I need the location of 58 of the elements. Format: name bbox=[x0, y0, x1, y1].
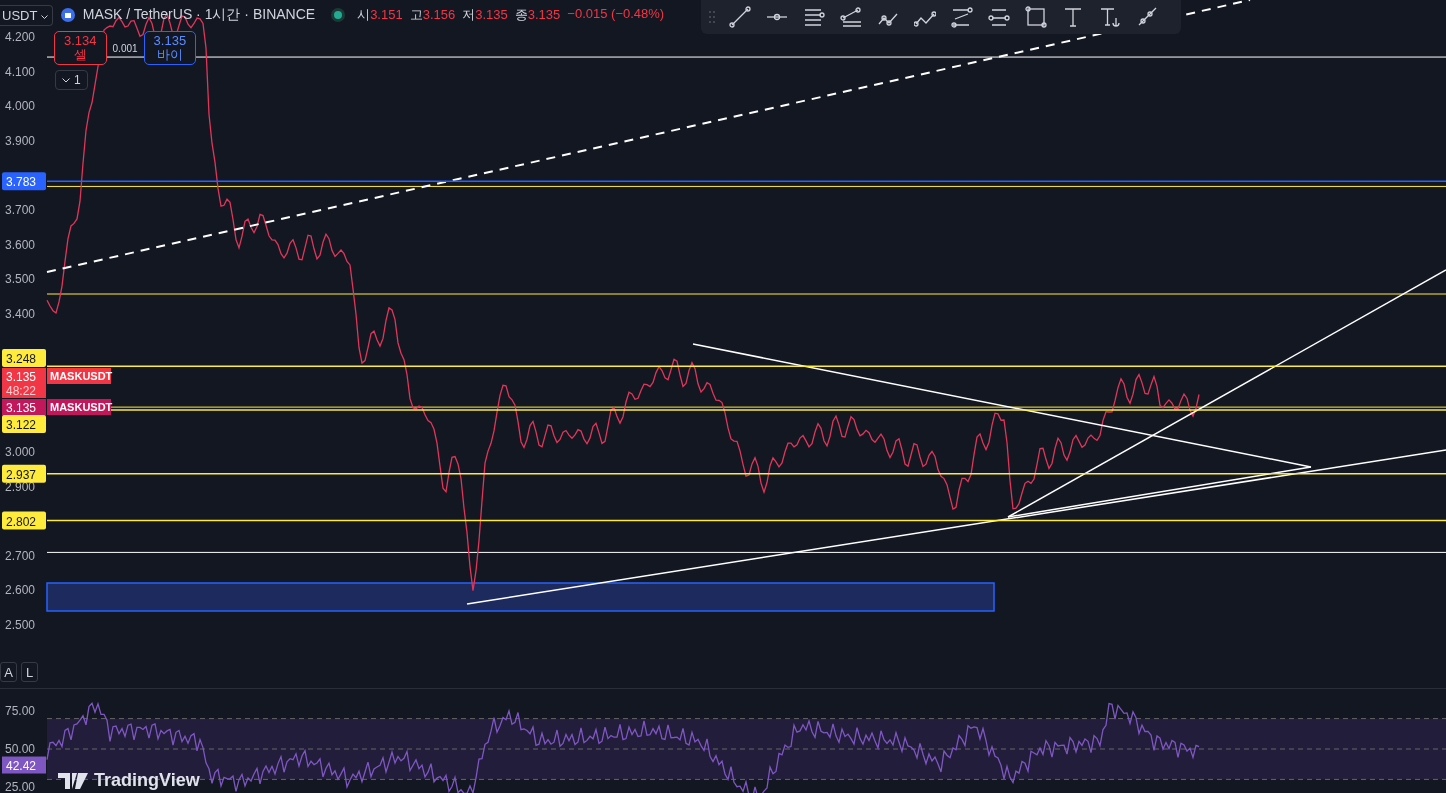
status-dot-icon bbox=[331, 8, 346, 22]
ohlc-value: 종3.135 bbox=[514, 6, 561, 24]
price-change: −0.015 (−0.48%) bbox=[567, 6, 665, 23]
rsi-value-label: 42.42 bbox=[2, 756, 46, 774]
parallel-lines-icon bbox=[803, 6, 825, 28]
chevron-down-icon bbox=[62, 77, 70, 83]
scale-button[interactable]: L bbox=[21, 662, 38, 682]
tradingview-logo-icon bbox=[58, 772, 88, 789]
coin-logo-icon bbox=[60, 8, 75, 22]
rectangle-tool[interactable] bbox=[1024, 5, 1048, 29]
price-level-label: 3.783 bbox=[2, 172, 46, 191]
scale-button[interactable]: A bbox=[0, 662, 17, 682]
ohlc-value: 시 3.151 bbox=[357, 6, 403, 24]
price-axis-label: 3.700 bbox=[5, 202, 36, 217]
rectangle-icon bbox=[1025, 6, 1047, 28]
buy-button[interactable]: 3.135 바이 bbox=[143, 31, 197, 65]
price-axis-label: 3.400 bbox=[5, 306, 36, 321]
sell-button[interactable]: 3.134 셀 bbox=[54, 31, 107, 65]
price-level-label: 3.248 bbox=[2, 349, 46, 367]
spread-value: 0.001 bbox=[112, 42, 138, 54]
ohlc-value: 저 3.135 bbox=[462, 6, 508, 24]
price-axis-label: 2.500 bbox=[5, 618, 36, 633]
channel-icon bbox=[951, 6, 973, 28]
price-axis-label: 3.500 bbox=[5, 272, 36, 287]
symbol-tag: MASKUSDT bbox=[47, 399, 113, 415]
symbol-dropdown[interactable]: USDT bbox=[0, 4, 53, 26]
fan-lines-icon bbox=[840, 6, 862, 28]
last-price-label: 3.135 bbox=[2, 399, 46, 415]
chevron-down-icon bbox=[40, 14, 48, 20]
price-level-label: 3.122 bbox=[2, 415, 46, 433]
channel-tool[interactable] bbox=[950, 5, 974, 29]
last-price-label: 3.135 48:22 bbox=[2, 368, 46, 398]
price-axis-label: 2.600 bbox=[5, 583, 36, 598]
price-axis-label: 3.600 bbox=[5, 237, 36, 252]
price-axis-label: 4.000 bbox=[5, 99, 36, 114]
rsi-axis-label: 75.00 bbox=[5, 704, 36, 718]
flat-channel-icon bbox=[988, 6, 1010, 28]
collapse-button[interactable]: 1 bbox=[55, 70, 88, 90]
anchored-text-tool[interactable] bbox=[1098, 5, 1122, 29]
rsi-axis-label: 25.00 bbox=[5, 780, 36, 793]
tradingview-logo-text: TradingView bbox=[94, 770, 200, 791]
fan-lines-tool[interactable] bbox=[839, 5, 863, 29]
price-axis-label: 3.000 bbox=[5, 445, 36, 460]
price-axis-label: 2.700 bbox=[5, 548, 36, 563]
anchored-text-icon bbox=[1099, 6, 1121, 28]
trend-line-icon bbox=[729, 6, 751, 28]
ohlc-value: 고3.156 bbox=[409, 6, 456, 24]
rsi-axis-label: 50.00 bbox=[5, 742, 36, 756]
symbol-title: MASK / TetherUS · 1시간 · BINANCE bbox=[82, 6, 316, 24]
text-icon bbox=[1062, 6, 1084, 28]
price-level-label: 2.937 bbox=[2, 464, 46, 483]
price-axis-label: 4.200 bbox=[5, 30, 36, 44]
ray-icon bbox=[1136, 6, 1158, 28]
drag-handle-icon[interactable] bbox=[709, 10, 715, 24]
price-level-label: 2.802 bbox=[2, 511, 46, 530]
price-axis-label: 4.100 bbox=[5, 64, 36, 79]
trend-line-tool[interactable] bbox=[728, 5, 752, 29]
price-axis-label: 3.900 bbox=[5, 133, 36, 148]
